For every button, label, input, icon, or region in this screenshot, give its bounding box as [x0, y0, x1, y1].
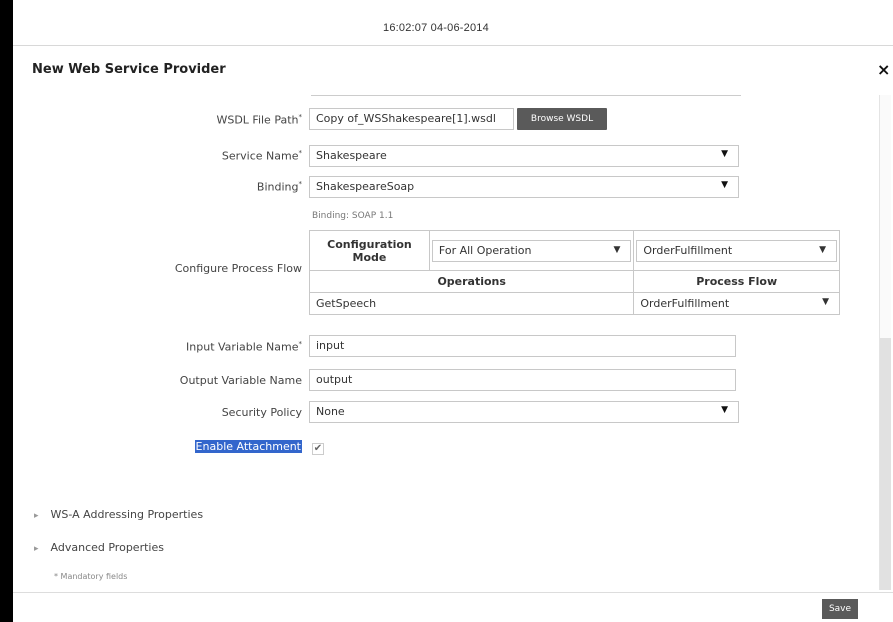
scrollbar-thumb[interactable]	[880, 338, 891, 590]
dropdown-arrow-icon: ▼	[721, 180, 728, 190]
divider	[311, 95, 741, 96]
dropdown-arrow-icon: ▼	[721, 149, 728, 159]
process-flow-table: Configuration Mode For All Operation ▼ Or…	[308, 230, 840, 315]
expand-icon: ▸	[34, 544, 39, 554]
window-frame-left	[0, 0, 13, 622]
process-flow-row-select[interactable]: OrderFulfillment ▼	[633, 292, 840, 315]
dropdown-arrow-icon: ▼	[819, 244, 826, 255]
security-policy-label: Security Policy	[221, 406, 302, 419]
output-variable-label: Output Variable Name	[179, 374, 302, 387]
service-name-select[interactable]: Shakespeare ▼	[309, 145, 739, 167]
dialog-title: New Web Service Provider	[32, 62, 226, 77]
dropdown-arrow-icon: ▼	[822, 297, 829, 307]
scrollbar[interactable]	[879, 95, 891, 590]
enable-attachment-checkbox[interactable]: ✔	[312, 443, 324, 455]
timestamp: 16:02:07 04-06-2014	[383, 22, 489, 34]
configure-process-flow-label: Configure Process Flow	[174, 262, 302, 275]
security-policy-select[interactable]: None ▼	[309, 401, 739, 423]
close-icon[interactable]: ×	[877, 60, 890, 79]
output-variable-field[interactable]: output	[309, 369, 736, 391]
footer-divider	[13, 592, 893, 593]
enable-attachment-label: Enable Attachment	[194, 440, 302, 453]
top-bar: 16:02:07 04-06-2014	[13, 0, 893, 46]
input-variable-label: Input Variable Name*	[186, 340, 302, 354]
process-flow-header: Process Flow	[633, 270, 840, 293]
config-flow-select[interactable]: OrderFulfillment ▼	[636, 239, 837, 262]
binding-select[interactable]: ShakespeareSoap ▼	[309, 176, 739, 198]
browse-wsdl-button[interactable]: Browse WSDL	[517, 108, 607, 130]
wsdl-file-path-field[interactable]: Copy of_WSShakespeare[1].wsdl	[309, 108, 514, 130]
configuration-mode-label: Configuration Mode	[309, 230, 430, 271]
operations-header: Operations	[308, 270, 635, 293]
expand-icon: ▸	[34, 511, 39, 521]
dropdown-arrow-icon: ▼	[721, 405, 728, 415]
config-flow-cell: OrderFulfillment ▼	[633, 230, 840, 271]
dropdown-arrow-icon: ▼	[613, 244, 621, 255]
mandatory-fields-note: * Mandatory fields	[54, 572, 128, 581]
service-name-label: Service Name*	[221, 149, 302, 163]
input-variable-field[interactable]: input	[309, 335, 736, 357]
advanced-properties-section[interactable]: ▸ Advanced Properties	[34, 541, 164, 554]
checkmark-icon: ✔	[313, 443, 323, 454]
operation-cell: GetSpeech	[308, 292, 635, 315]
wsdl-file-path-label: WSDL File Path*	[216, 113, 302, 127]
config-mode-cell: For All Operation ▼	[428, 230, 635, 271]
config-mode-select[interactable]: For All Operation ▼	[431, 239, 632, 262]
binding-label: Binding*	[256, 180, 302, 194]
save-button[interactable]: Save	[822, 599, 858, 619]
ws-addressing-section[interactable]: ▸ WS-A Addressing Properties	[34, 508, 203, 521]
binding-note: Binding: SOAP 1.1	[312, 211, 394, 221]
